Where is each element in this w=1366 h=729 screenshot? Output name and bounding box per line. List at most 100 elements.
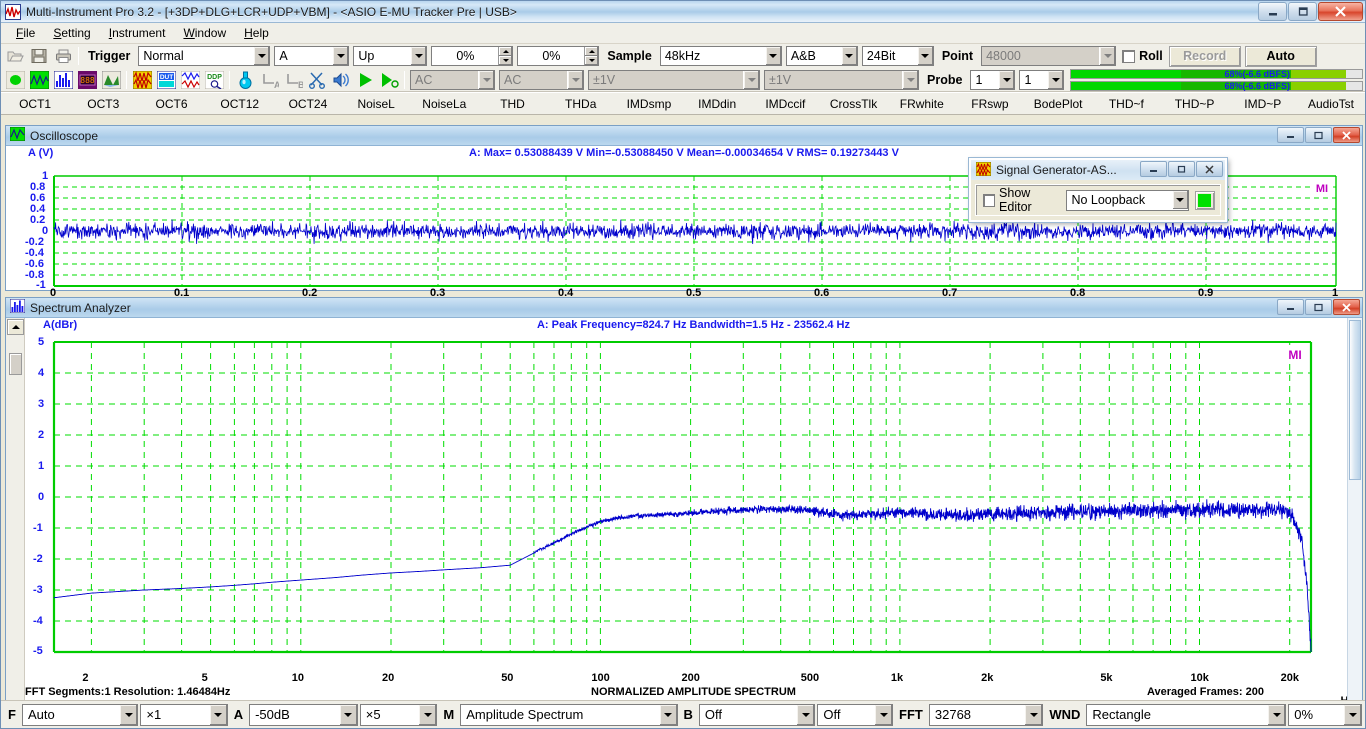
close-icon[interactable]	[1333, 127, 1360, 143]
channel-b-combo[interactable]: Off	[698, 703, 816, 726]
stepper-up-icon[interactable]	[499, 47, 513, 56]
tab-oct24[interactable]: OCT24	[274, 97, 342, 111]
menu-item-instrument[interactable]: Instrument	[100, 24, 175, 42]
tab-oct1[interactable]: OCT1	[1, 97, 69, 111]
probe-b-icon[interactable]: B	[282, 69, 304, 90]
record-button[interactable]: Record	[1168, 45, 1241, 67]
chevron-down-icon[interactable]	[332, 47, 349, 65]
spectrum-left-gutter[interactable]	[6, 318, 25, 700]
chevron-down-icon[interactable]	[253, 47, 270, 65]
frequency-axis-combo[interactable]: Auto	[21, 703, 139, 726]
menu-item-help[interactable]: Help	[235, 24, 278, 42]
chevron-down-icon[interactable]	[1344, 704, 1361, 725]
tab-frswp[interactable]: FRswp	[956, 97, 1024, 111]
chevron-down-icon[interactable]	[120, 704, 138, 725]
chevron-down-icon[interactable]	[743, 70, 759, 89]
probe-a-icon[interactable]: A	[258, 69, 280, 90]
tab-noisela[interactable]: NoiseLa	[410, 97, 478, 111]
fft-size-combo[interactable]: 32768	[928, 703, 1044, 726]
tab-thd-p[interactable]: THD~P	[1160, 97, 1228, 111]
stepper-up-icon[interactable]	[585, 47, 599, 56]
chevron-down-icon[interactable]	[419, 704, 437, 725]
chevron-down-icon[interactable]	[1047, 70, 1064, 89]
tab-crosstlk[interactable]: CrossTlk	[819, 97, 887, 111]
record-dot-icon[interactable]	[4, 69, 26, 90]
trigger-slope-combo[interactable]: Up	[353, 46, 428, 66]
close-icon[interactable]	[1196, 161, 1223, 177]
spectrum-plot[interactable]: MI 5 4 3 2 1 0 -1 -2 -3 -4 -5	[25, 333, 1362, 673]
chevron-down-icon[interactable]	[797, 704, 815, 725]
spectrum-vertical-scrollbar[interactable]	[1347, 318, 1362, 700]
chevron-down-icon[interactable]	[410, 47, 427, 65]
range-b-combo[interactable]: ±1V	[764, 69, 919, 90]
close-icon[interactable]	[1333, 299, 1360, 315]
trigger-source-combo[interactable]: A	[274, 46, 350, 66]
trigger-mode-combo[interactable]: Normal	[138, 46, 271, 66]
tab-oct3[interactable]: OCT3	[69, 97, 137, 111]
vibrometer-icon[interactable]	[234, 69, 256, 90]
minimize-icon[interactable]	[1258, 2, 1287, 21]
trigger-level-stepper[interactable]: 0%	[431, 46, 514, 66]
device-test-plan-icon[interactable]: DUT	[155, 69, 177, 90]
probe-a-combo[interactable]: 1	[970, 69, 1016, 90]
coupling-a-combo[interactable]: AC	[410, 69, 495, 90]
bit-depth-combo[interactable]: 24Bit	[861, 46, 934, 66]
tab-frwhite[interactable]: FRwhite	[888, 97, 956, 111]
trigger-delay-stepper[interactable]: 0%	[517, 46, 600, 66]
probe-b-combo[interactable]: 1	[1019, 69, 1065, 90]
oscilloscope-icon[interactable]	[28, 69, 50, 90]
tab-thd-f[interactable]: THD~f	[1092, 97, 1160, 111]
menu-item-file[interactable]: File	[7, 24, 44, 42]
stepper-buttons[interactable]	[584, 47, 599, 65]
chevron-down-icon[interactable]	[659, 704, 677, 725]
chevron-down-icon[interactable]	[478, 70, 494, 89]
maximize-icon[interactable]	[1288, 2, 1317, 21]
tab-bodeplot[interactable]: BodePlot	[1024, 97, 1092, 111]
sample-rate-combo[interactable]: 48kHz	[659, 46, 782, 66]
stepper-down-icon[interactable]	[585, 56, 599, 65]
spectrum-titlebar[interactable]: Spectrum Analyzer	[6, 298, 1362, 318]
tab-thd[interactable]: THD	[478, 97, 546, 111]
chevron-down-icon[interactable]	[916, 47, 933, 65]
chevron-down-icon[interactable]	[1025, 704, 1043, 725]
chevron-down-icon[interactable]	[875, 704, 893, 725]
lcr-meter-icon[interactable]	[179, 69, 201, 90]
multimeter-icon[interactable]: 888	[76, 69, 98, 90]
run-icon[interactable]	[354, 69, 376, 90]
channel-b-mode-combo[interactable]: Off	[817, 703, 894, 726]
speaker-icon[interactable]	[330, 69, 352, 90]
spectrum-3d-icon[interactable]	[100, 69, 122, 90]
maximize-icon[interactable]	[1305, 127, 1332, 143]
channel-combo[interactable]: A&B	[785, 46, 858, 66]
tab-oct12[interactable]: OCT12	[206, 97, 274, 111]
signal-generator-titlebar[interactable]: Signal Generator-AS...	[971, 160, 1225, 180]
print-icon[interactable]	[52, 46, 74, 67]
chevron-down-icon[interactable]	[209, 704, 227, 725]
tab-imdccif[interactable]: IMDccif	[751, 97, 819, 111]
tab-imd-p[interactable]: IMD~P	[1229, 97, 1297, 111]
mode-combo[interactable]: Amplitude Spectrum	[460, 703, 678, 726]
menu-item-window[interactable]: Window	[174, 24, 235, 42]
data-logger-icon[interactable]: DDP	[203, 69, 225, 90]
run-step-icon[interactable]	[378, 69, 400, 90]
chevron-down-icon[interactable]	[998, 70, 1015, 89]
chevron-down-icon[interactable]	[567, 70, 583, 89]
minimize-icon[interactable]	[1140, 161, 1167, 177]
spectrum-analyzer-icon[interactable]	[52, 69, 74, 90]
chevron-down-icon[interactable]	[1171, 191, 1188, 209]
loopback-combo[interactable]: No Loopback	[1066, 189, 1189, 211]
amplitude-axis-combo[interactable]: -50dB	[249, 703, 358, 726]
chevron-down-icon[interactable]	[339, 704, 357, 725]
coupling-b-combo[interactable]: AC	[499, 69, 584, 90]
chevron-down-icon[interactable]	[902, 70, 918, 89]
show-editor-checkbox[interactable]: Show Editor	[981, 186, 1064, 214]
chevron-down-icon[interactable]	[1099, 47, 1116, 65]
maximize-icon[interactable]	[1168, 161, 1195, 177]
spectrum-canvas[interactable]: MI	[25, 333, 1362, 673]
frequency-zoom-combo[interactable]: ×1	[140, 703, 228, 726]
window-function-combo[interactable]: Rectangle	[1086, 703, 1287, 726]
minimize-icon[interactable]	[1277, 127, 1304, 143]
auto-button[interactable]: Auto	[1244, 45, 1317, 67]
signal-generator-icon[interactable]	[131, 69, 153, 90]
scissors-icon[interactable]	[306, 69, 328, 90]
